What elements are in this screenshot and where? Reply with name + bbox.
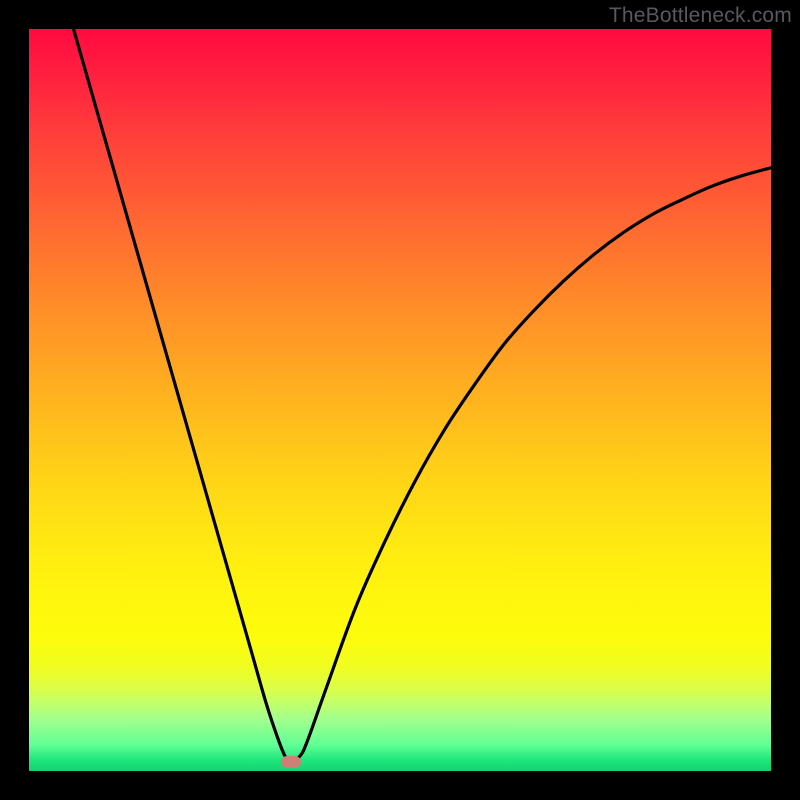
minimum-marker xyxy=(281,756,301,768)
chart-stage: TheBottleneck.com xyxy=(0,0,800,800)
plot-area xyxy=(29,29,771,771)
watermark-text: TheBottleneck.com xyxy=(609,4,792,28)
bottleneck-curve xyxy=(29,29,771,771)
